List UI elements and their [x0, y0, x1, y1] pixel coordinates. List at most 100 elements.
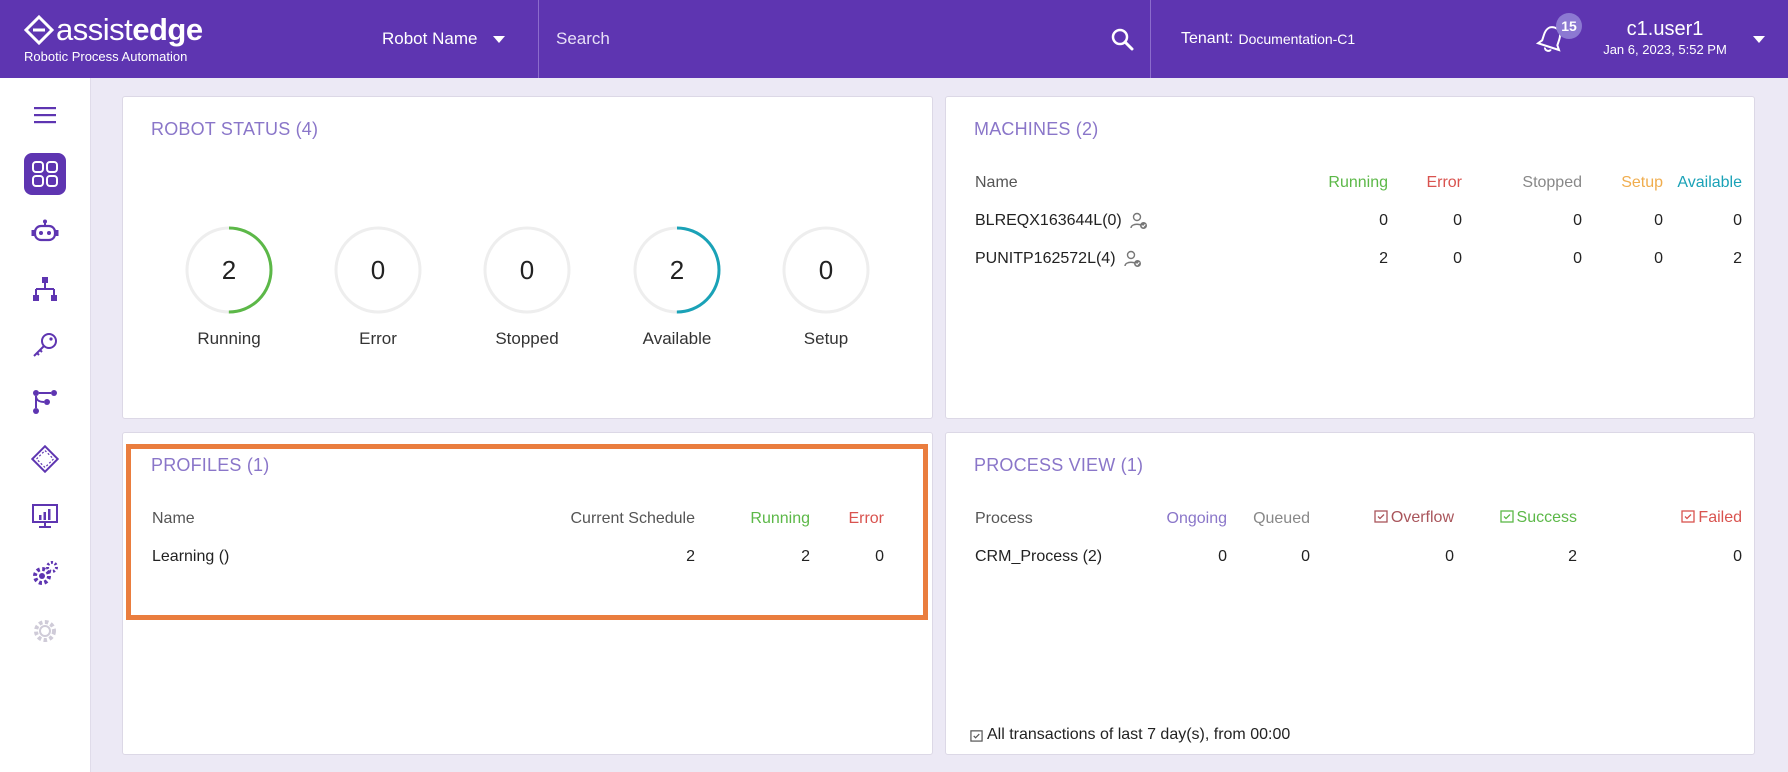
- profiles-header-name: Name: [152, 510, 195, 527]
- status-gauge: 2 Running: [184, 225, 274, 349]
- profiles-header-error: Error: [848, 510, 884, 527]
- machine-available-value: 0: [1733, 212, 1742, 229]
- user-info[interactable]: c1.user1 Jan 6, 2023, 5:52 PM: [1600, 0, 1730, 78]
- robot-name-dropdown-label: Robot Name: [382, 29, 478, 48]
- sidebar-item-workflow[interactable]: [24, 381, 66, 423]
- process-view-panel: PROCESS VIEW (1) Process Ongoing Queued …: [945, 432, 1755, 755]
- machine-stopped-value: 0: [1573, 250, 1582, 267]
- workflow-icon: [33, 390, 57, 414]
- assistedge-logo-icon: [24, 15, 54, 45]
- notification-count-badge: 15: [1556, 13, 1582, 39]
- tenant-label: Tenant:: [1181, 30, 1234, 47]
- process-header-overflow: Overflow: [1326, 509, 1454, 527]
- table-row[interactable]: BLREQX163644L(0): [975, 212, 1148, 230]
- machine-stopped-value: 0: [1573, 212, 1582, 229]
- profile-name[interactable]: Learning (): [152, 548, 229, 566]
- user-check-icon: [1130, 212, 1147, 229]
- sidebar-item-robots[interactable]: [24, 211, 66, 253]
- process-footnote: All transactions of last 7 day(s), from …: [970, 726, 1290, 744]
- status-gauge: 0 Stopped: [482, 225, 572, 349]
- machines-header-available: Available: [1677, 174, 1742, 191]
- machine-name: BLREQX163644L(0): [975, 212, 1122, 230]
- machines-title: MACHINES (2): [974, 119, 1099, 139]
- sidebar-item-machines[interactable]: [24, 438, 66, 480]
- profile-error-value: 0: [875, 548, 884, 565]
- machine-name: PUNITP162572L(4): [975, 250, 1116, 268]
- process-header-queued: Queued: [1253, 510, 1310, 527]
- sidebar-item-hierarchy[interactable]: [24, 268, 66, 310]
- status-gauge: 0 Error: [333, 225, 423, 349]
- table-row[interactable]: PUNITP162572L(4): [975, 250, 1142, 268]
- user-name: c1.user1: [1626, 18, 1704, 40]
- notifications-button[interactable]: 15: [1526, 0, 1582, 78]
- user-menu-toggle[interactable]: [1730, 0, 1788, 78]
- machine-error-value: 0: [1453, 212, 1462, 229]
- machines-header-error: Error: [1426, 174, 1462, 191]
- robot-name-dropdown[interactable]: Robot Name: [372, 0, 538, 78]
- profiles-title: PROFILES (1): [151, 455, 270, 475]
- process-header-success: Success: [1446, 509, 1577, 527]
- process-overflow-value: 0: [1445, 548, 1454, 565]
- search-input[interactable]: [556, 29, 1056, 49]
- sidebar-item-settings-disabled: [24, 610, 66, 652]
- sidebar-item-credentials[interactable]: [24, 324, 66, 366]
- gauge-value: 0: [370, 255, 386, 285]
- logo[interactable]: assist edge Robotic Process Automation: [0, 0, 372, 78]
- process-header-ongoing: Ongoing: [1166, 510, 1228, 527]
- gauge-value: 0: [818, 255, 834, 285]
- process-header-failed-label: Failed: [1698, 509, 1742, 526]
- machines-header-name: Name: [975, 174, 1018, 191]
- gauge-value: 2: [221, 255, 237, 285]
- process-failed-value: 0: [1733, 548, 1742, 565]
- search-bar: [538, 0, 1151, 78]
- sidebar-item-reports[interactable]: [24, 495, 66, 537]
- process-name[interactable]: CRM_Process (2): [975, 548, 1102, 566]
- machines-header-stopped: Stopped: [1522, 174, 1582, 191]
- logo-text-bold: edge: [132, 12, 203, 47]
- machines-panel: MACHINES (2) Name Running Error Stopped …: [945, 96, 1755, 419]
- machine-error-value: 0: [1453, 250, 1462, 267]
- robot-status-title: ROBOT STATUS (4): [151, 119, 319, 139]
- tenant-value: Documentation-C1: [1238, 31, 1356, 47]
- process-header-success-label: Success: [1516, 509, 1577, 526]
- chip-icon: [31, 445, 59, 473]
- process-queued-value: 0: [1301, 548, 1310, 565]
- gauge-value: 0: [519, 255, 535, 285]
- process-ongoing-value: 0: [1218, 548, 1227, 565]
- profiles-header-running: Running: [750, 510, 810, 527]
- robot-status-panel: ROBOT STATUS (4) 2 Running 0 Error 0 Stopped 2…: [122, 96, 933, 419]
- calendar-check-icon: [1374, 510, 1388, 523]
- top-bar: assist edge Robotic Process Automation Ro…: [0, 0, 1788, 78]
- hierarchy-icon: [33, 277, 57, 301]
- process-header-overflow-label: Overflow: [1390, 509, 1454, 526]
- profile-current-schedule-value: 2: [686, 548, 695, 565]
- machine-available-value: 2: [1733, 250, 1742, 267]
- profiles-panel: PROFILES (1) Name Current Schedule Runni…: [122, 432, 1025, 755]
- process-header-failed: Failed: [1606, 509, 1742, 527]
- process-success-value: 2: [1568, 548, 1577, 565]
- menu-button[interactable]: [24, 94, 66, 136]
- sidebar-item-dashboard[interactable]: [24, 153, 66, 195]
- menu-icon: [34, 107, 56, 124]
- process-footnote-text: All transactions of last 7 day(s), from …: [987, 726, 1291, 743]
- gauge-value: 2: [669, 255, 685, 285]
- profiles-header-current-schedule: Current Schedule: [570, 510, 695, 527]
- sidebar-item-settings[interactable]: [24, 553, 66, 595]
- calendar-check-icon: [1681, 510, 1696, 523]
- calendar-check-icon: [970, 729, 983, 742]
- tenant-info: Tenant: Documentation-C1: [1151, 0, 1526, 78]
- settings-icon: [33, 561, 58, 585]
- user-datetime: Jan 6, 2023, 5:52 PM: [1603, 42, 1727, 57]
- process-header-process: Process: [975, 510, 1033, 527]
- robot-icon: [31, 219, 59, 242]
- chevron-down-icon: [1753, 35, 1765, 43]
- logo-subtitle: Robotic Process Automation: [24, 49, 188, 64]
- profile-running-value: 2: [801, 548, 810, 565]
- gauge-label: Available: [642, 329, 712, 348]
- sidebar: [0, 78, 91, 772]
- settings-disabled-icon: [34, 620, 56, 642]
- search-icon[interactable]: [1110, 27, 1134, 51]
- process-view-title: PROCESS VIEW (1): [974, 455, 1144, 475]
- status-gauge: 0 Setup: [781, 225, 871, 349]
- status-gauge: 2 Available: [632, 225, 722, 349]
